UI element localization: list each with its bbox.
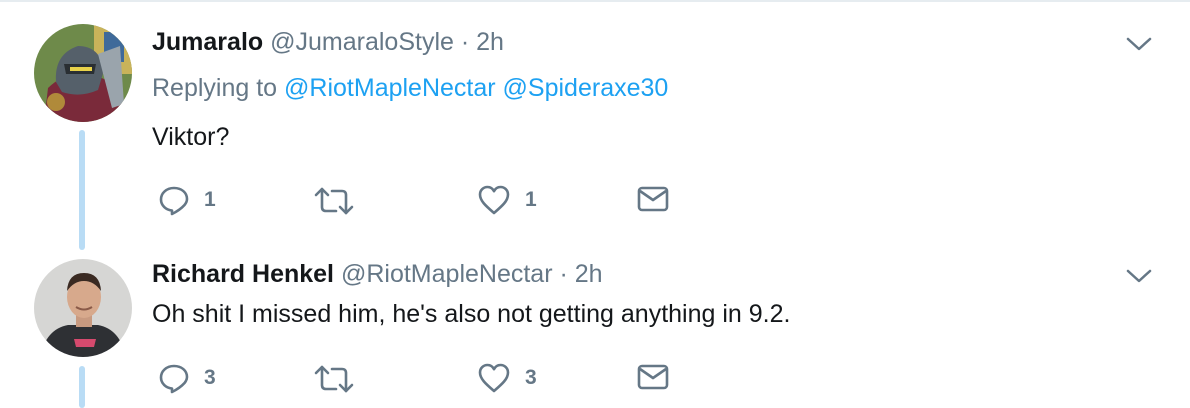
retweet-button[interactable]	[314, 364, 354, 394]
tweet-text: Viktor?	[152, 123, 230, 151]
reply-icon	[159, 364, 189, 394]
chevron-down-icon[interactable]	[1124, 34, 1154, 54]
thread-line	[79, 366, 85, 408]
timestamp[interactable]: 2h	[476, 28, 504, 56]
mention-link[interactable]: @Spideraxe30	[503, 74, 669, 102]
direct-message-button[interactable]	[637, 185, 669, 213]
like-button[interactable]: 3	[477, 362, 537, 394]
like-count: 3	[525, 366, 537, 389]
timestamp[interactable]: 2h	[575, 260, 603, 288]
separator: ·	[559, 260, 568, 288]
thread-line	[79, 130, 85, 250]
author-handle[interactable]: @JumaraloStyle	[270, 28, 454, 56]
author-name[interactable]: Richard Henkel	[152, 260, 334, 288]
separator: ·	[460, 28, 470, 56]
tweet-text: Oh shit I missed him, he's also not gett…	[152, 300, 791, 328]
like-count: 1	[525, 188, 537, 211]
retweet-button[interactable]	[314, 186, 354, 216]
reply-count: 1	[204, 188, 216, 211]
reply-button[interactable]: 1	[158, 184, 216, 216]
replying-prefix: Replying to	[152, 74, 278, 102]
tweet-header: Jumaralo @JumaraloStyle · 2h	[152, 26, 504, 58]
tweet: Jumaralo @JumaraloStyle · 2h Replying to…	[0, 0, 1190, 250]
heart-icon	[478, 363, 510, 393]
reply-count: 3	[204, 366, 216, 389]
chevron-down-icon[interactable]	[1124, 266, 1154, 286]
replying-to: Replying to @RiotMapleNectar @Spideraxe3…	[152, 72, 668, 104]
envelope-icon	[637, 186, 669, 212]
heart-icon	[478, 185, 510, 215]
mention-link[interactable]: @RiotMapleNectar	[284, 74, 496, 102]
direct-message-button[interactable]	[637, 363, 669, 391]
author-name[interactable]: Jumaralo	[152, 28, 263, 56]
tweet: Richard Henkel @RiotMapleNectar · 2h Oh …	[0, 250, 1190, 408]
robot-character-avatar-icon	[34, 24, 132, 122]
avatar[interactable]	[34, 259, 132, 357]
person-photo-avatar-icon	[34, 259, 132, 357]
envelope-icon	[637, 364, 669, 390]
avatar[interactable]	[34, 24, 132, 122]
like-button[interactable]: 1	[477, 184, 537, 216]
author-handle[interactable]: @RiotMapleNectar	[341, 260, 553, 288]
tweet-header: Richard Henkel @RiotMapleNectar · 2h	[152, 258, 603, 290]
reply-icon	[159, 186, 189, 216]
retweet-icon	[314, 187, 354, 215]
reply-button[interactable]: 3	[158, 362, 216, 394]
retweet-icon	[314, 365, 354, 393]
